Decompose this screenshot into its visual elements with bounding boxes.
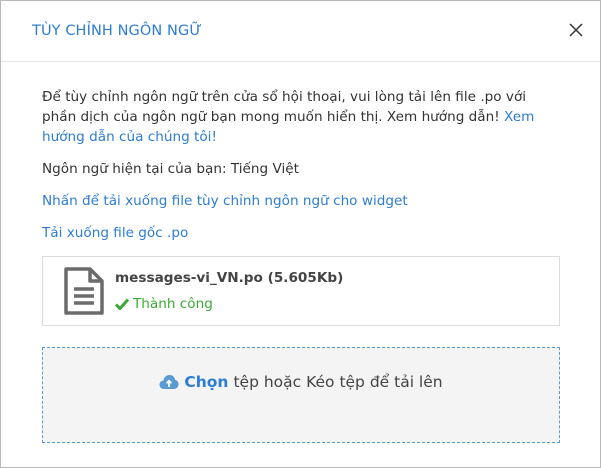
upload-status-text: Thành công — [133, 296, 213, 312]
intro-text: Để tùy chỉnh ngôn ngữ trên cửa sổ hội th… — [42, 89, 527, 125]
close-icon[interactable] — [566, 20, 586, 40]
download-original-file-link[interactable]: Tải xuống file gốc .po — [42, 223, 559, 243]
uploaded-file-card: messages-vi_VN.po (5.605Kb) Thành công — [42, 256, 560, 326]
intro-paragraph: Để tùy chỉnh ngôn ngữ trên cửa sổ hội th… — [42, 87, 559, 147]
cloud-upload-icon — [159, 375, 179, 389]
file-name: messages-vi_VN.po (5.605Kb) — [115, 270, 344, 286]
choose-file-button[interactable]: Chọn — [184, 372, 228, 392]
file-dropzone[interactable]: Chọn tệp hoặc Kéo tệp để tải lên — [42, 347, 560, 443]
upload-status: Thành công — [115, 294, 343, 314]
download-custom-file-link[interactable]: Nhấn để tải xuống file tùy chỉnh ngôn ng… — [42, 191, 559, 211]
check-icon — [115, 298, 129, 310]
customize-language-dialog: TÙY CHỈNH NGÔN NGỮ Để tùy chỉnh ngôn ngữ… — [0, 0, 601, 468]
document-icon — [64, 267, 104, 315]
file-info: messages-vi_VN.po (5.605Kb) Thành công — [115, 268, 343, 314]
dialog-header: TÙY CHỈNH NGÔN NGỮ — [1, 1, 600, 62]
dropzone-content: Chọn tệp hoặc Kéo tệp để tải lên — [159, 372, 443, 442]
dialog-body: Để tùy chỉnh ngôn ngữ trên cửa sổ hội th… — [1, 62, 600, 443]
dropzone-text: tệp hoặc Kéo tệp để tải lên — [233, 373, 443, 391]
current-language: Ngôn ngữ hiện tại của bạn: Tiếng Việt — [42, 161, 299, 177]
dialog-title: TÙY CHỈNH NGÔN NGỮ — [32, 23, 202, 39]
